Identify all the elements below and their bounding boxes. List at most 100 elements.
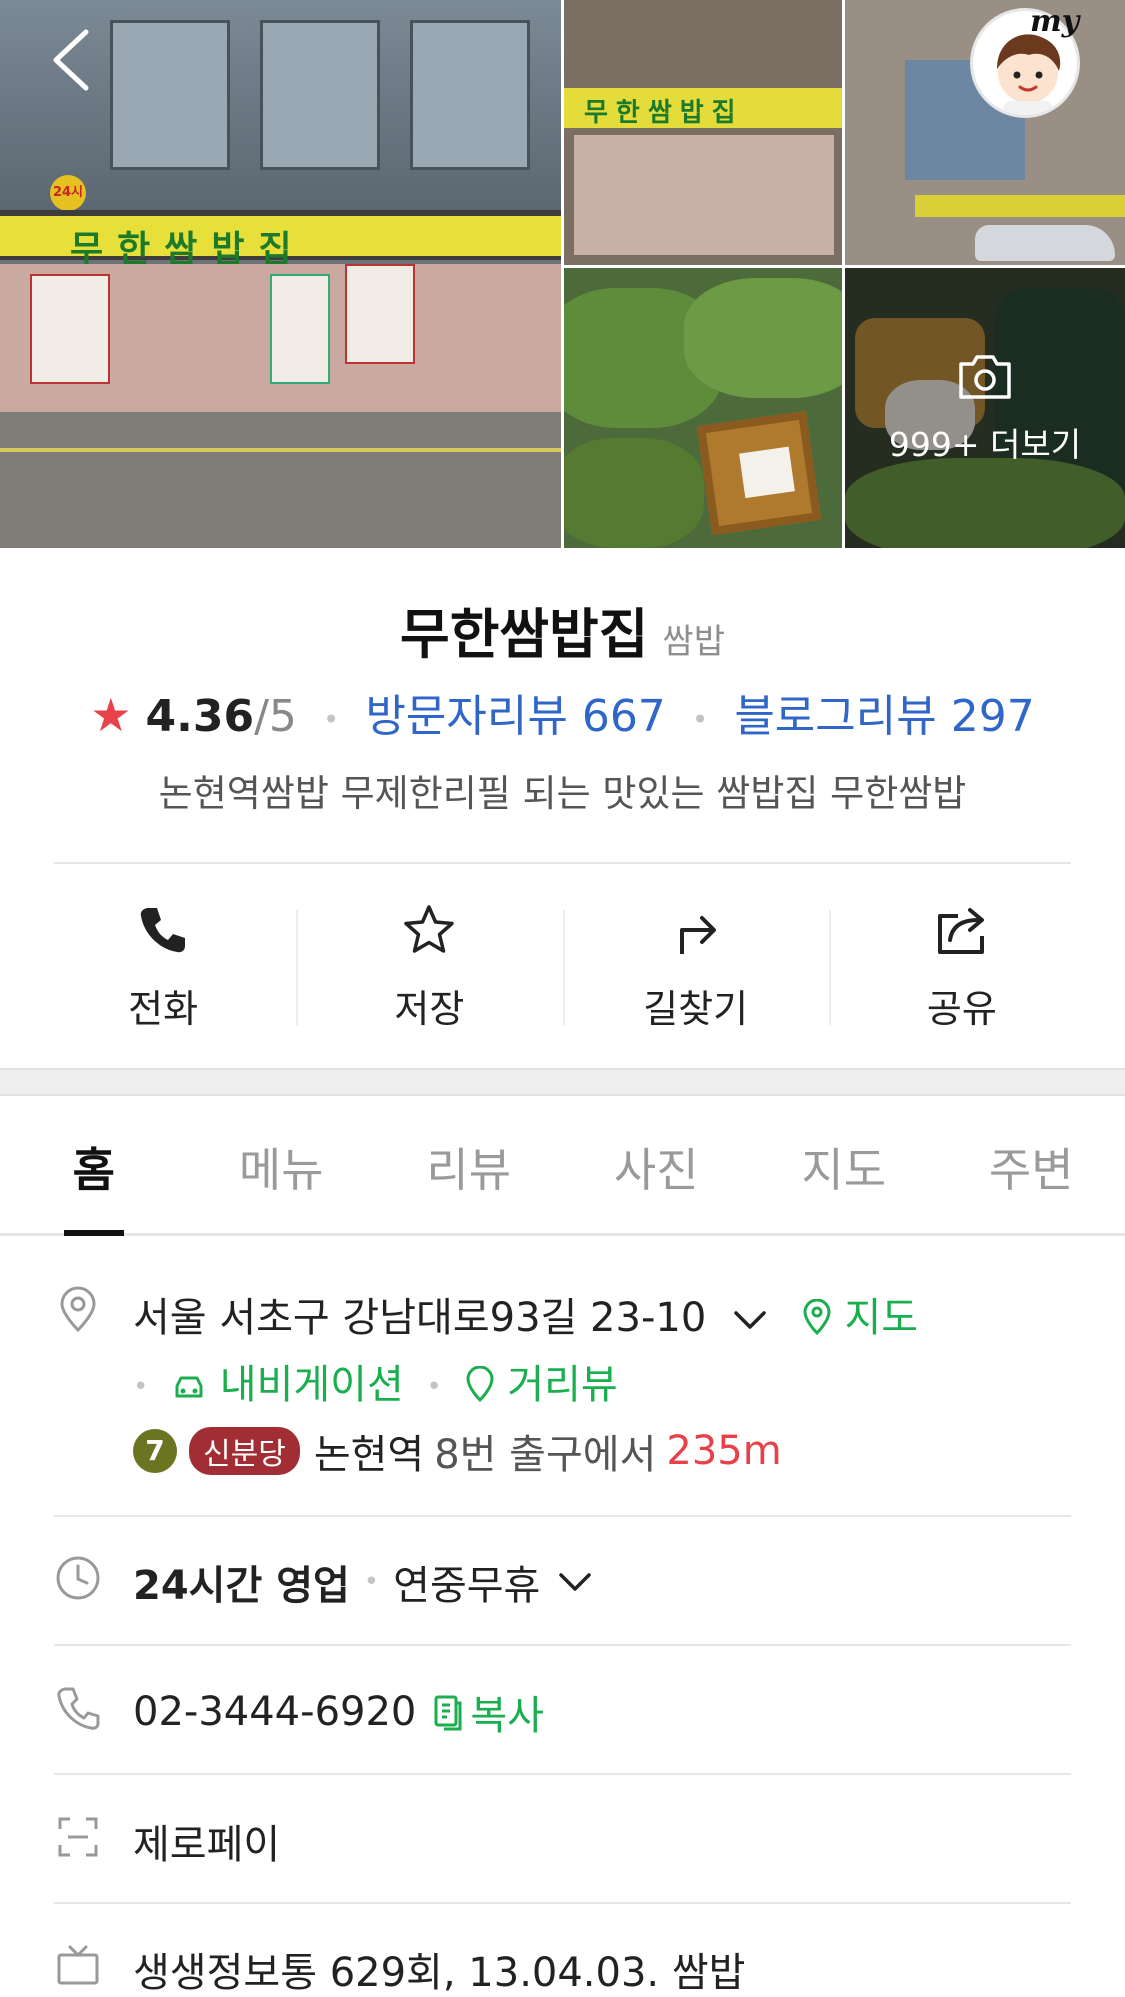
tab-menu[interactable]: 메뉴	[188, 1096, 376, 1233]
rating-row: ★ 4.36/5 • 방문자리뷰 667 • 블로그리뷰 297	[0, 680, 1125, 744]
address-text: 서울 서초구 강남대로93길 23-10	[133, 1295, 707, 1341]
divider	[54, 862, 1071, 864]
share-icon	[937, 908, 984, 954]
building-window	[260, 20, 380, 170]
hours-row[interactable]: 24시간 영업 • 연중무휴	[133, 1553, 592, 1611]
star-outline-icon	[404, 905, 455, 953]
qr-scan-icon	[58, 1817, 98, 1857]
location-pin-icon	[60, 1286, 96, 1333]
building-window	[410, 20, 530, 170]
more-photos-label: 999+ 더보기	[888, 425, 1082, 464]
map-link-label: 지도	[844, 1295, 919, 1341]
phone-outline-icon	[57, 1687, 100, 1730]
leafy-greens	[564, 438, 704, 548]
building-window	[110, 20, 230, 170]
navigation-link[interactable]: 내비게이션	[171, 1362, 416, 1408]
subway-station: 논현역	[313, 1432, 425, 1478]
tab-reviews[interactable]: 리뷰	[375, 1096, 563, 1233]
phone-icon	[140, 908, 186, 953]
rating-star-icon: ★	[90, 688, 132, 742]
separator-dot: •	[322, 702, 340, 736]
place-name: 무한쌈밥집	[400, 603, 649, 666]
directions-label: 길찾기	[643, 987, 749, 1031]
address-row: 서울 서초구 강남대로93길 23-10 지도	[133, 1285, 918, 1343]
storefront-sign-text: 무한쌈밥집	[584, 98, 744, 128]
divider	[54, 1773, 1071, 1775]
street-view-pin-icon	[466, 1365, 494, 1403]
place-title-row: 무한쌈밥집 쌈밥	[0, 590, 1125, 669]
street-view-label: 거리뷰	[507, 1362, 618, 1408]
blog-reviews-link[interactable]: 블로그리뷰 297	[734, 691, 1034, 742]
copy-button[interactable]: 복사	[432, 1683, 544, 1741]
my-label: my	[1030, 4, 1080, 39]
subway-row: 7 신분당 논현역 8번 출구에서 235m	[133, 1422, 782, 1480]
hours-sub: 연중무휴	[393, 1563, 541, 1609]
menu-poster	[345, 264, 415, 364]
menu-poster	[270, 274, 330, 384]
clock-icon	[56, 1556, 100, 1600]
share-button[interactable]: 공유	[828, 880, 1095, 1040]
subway-distance: 235m	[666, 1428, 782, 1474]
divider	[54, 1902, 1071, 1904]
place-category: 쌈밥	[662, 622, 725, 662]
divider	[54, 1515, 1071, 1517]
more-photos-button[interactable]: 999+ 더보기	[845, 268, 1125, 548]
tab-map[interactable]: 지도	[750, 1096, 938, 1233]
call-label: 전화	[128, 987, 199, 1031]
separator-dot: •	[426, 1372, 442, 1402]
map-pin-icon	[803, 1298, 831, 1336]
chevron-down-icon[interactable]	[733, 1309, 767, 1331]
storefront-sign: 무한쌈밥집	[0, 210, 561, 270]
navigation-row: • 내비게이션 • 거리뷰	[133, 1352, 618, 1410]
subway-line-name-badge: 신분당	[189, 1427, 300, 1475]
section-gap	[0, 1068, 1125, 1096]
subway-exit: 8번 출구에서	[434, 1432, 657, 1478]
storefront-sign	[915, 195, 1125, 217]
navigation-link-label: 내비게이션	[219, 1362, 404, 1408]
tv-appearance: 생생정보통 629회, 13.04.03. 쌈밥	[133, 1950, 746, 1996]
storefront-sign: 무한쌈밥집	[564, 88, 842, 128]
tofu	[739, 446, 795, 499]
store-window	[0, 264, 561, 414]
road	[0, 412, 561, 548]
payment-method: 제로페이	[133, 1822, 281, 1868]
share-label: 공유	[926, 987, 997, 1031]
tv-icon	[57, 1945, 99, 1985]
divider	[54, 1644, 1071, 1646]
parked-car	[975, 225, 1115, 261]
chevron-left-icon	[53, 29, 89, 91]
separator-dot: •	[363, 1567, 380, 1597]
storefront-photo-closeup[interactable]: 무한쌈밥집	[564, 0, 842, 265]
separator-dot: •	[691, 702, 709, 736]
tab-nearby[interactable]: 주변	[938, 1096, 1125, 1233]
hours-main: 24시간 영업	[133, 1563, 350, 1609]
photo-gallery[interactable]: 24시 무한쌈밥집 무한쌈밥집 999+ 더보기	[0, 0, 1125, 548]
phone-number[interactable]: 02-3444-6920	[133, 1689, 416, 1735]
tab-bar: 홈 메뉴 리뷰 사진 지도 주변	[0, 1096, 1125, 1236]
tab-photos[interactable]: 사진	[563, 1096, 751, 1233]
directions-button[interactable]: 길찾기	[562, 880, 829, 1040]
camera-icon	[959, 355, 1011, 399]
copy-icon	[434, 1695, 462, 1731]
phone-row: 02-3444-6920 복사	[133, 1683, 544, 1741]
chevron-down-icon[interactable]	[558, 1571, 592, 1593]
rating-max: /5	[254, 691, 297, 742]
call-button[interactable]: 전화	[30, 880, 296, 1040]
greens-photo[interactable]	[564, 268, 842, 548]
directions-icon	[679, 916, 716, 954]
visitor-reviews-link[interactable]: 방문자리뷰 667	[365, 691, 665, 742]
action-bar: 전화 저장 길찾기 공유	[30, 880, 1095, 1040]
street-view-link[interactable]: 거리뷰	[465, 1362, 618, 1408]
rating-score: 4.36	[145, 691, 255, 742]
basket	[696, 410, 822, 536]
subway-line-7-badge: 7	[133, 1429, 177, 1473]
map-link[interactable]: 지도	[802, 1295, 918, 1341]
car-nav-icon	[175, 1376, 203, 1398]
copy-label: 복사	[470, 1693, 544, 1739]
menu-poster	[30, 274, 110, 384]
leafy-greens	[684, 278, 842, 398]
save-button[interactable]: 저장	[296, 880, 562, 1040]
back-button[interactable]	[48, 28, 96, 92]
tab-home[interactable]: 홈	[0, 1096, 188, 1233]
store-window	[574, 135, 834, 255]
